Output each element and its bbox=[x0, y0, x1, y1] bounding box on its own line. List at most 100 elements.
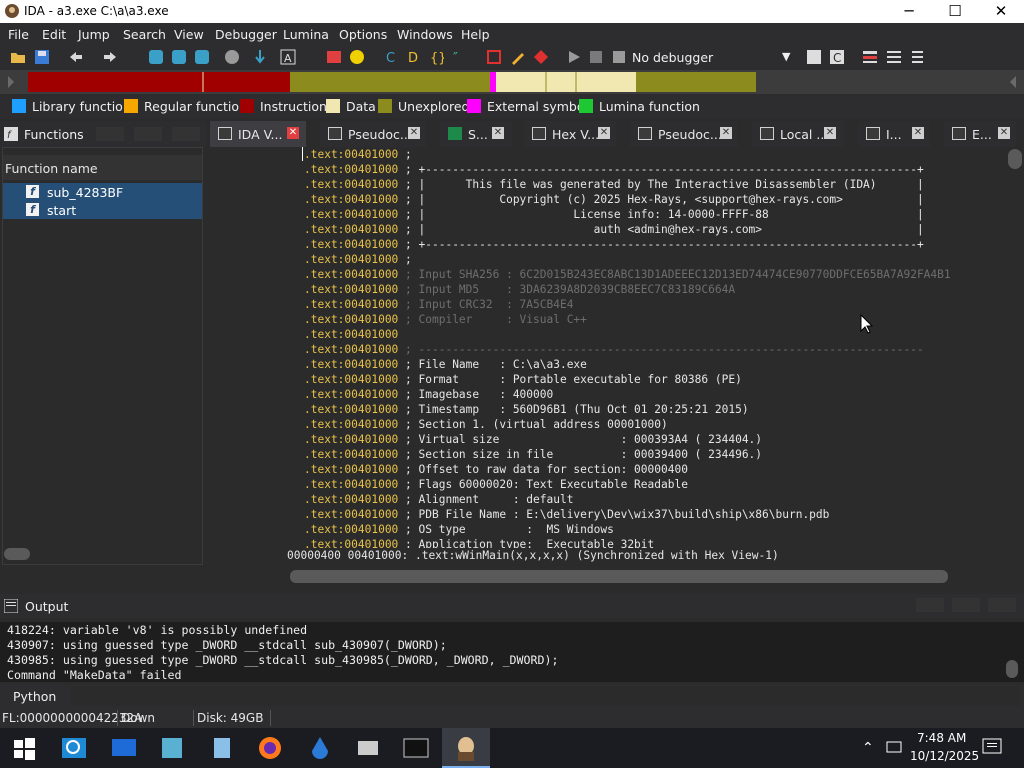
back-arrow-icon[interactable] bbox=[68, 49, 84, 65]
menu-options[interactable]: Options bbox=[339, 27, 387, 42]
app-drop-icon[interactable] bbox=[306, 734, 334, 762]
tab-local-types[interactable]: Local ... ✕ bbox=[752, 121, 844, 147]
app-files-icon[interactable] bbox=[354, 734, 382, 762]
disassembly-line[interactable]: .text:00401000 ; OS type : MS Windows bbox=[304, 522, 614, 537]
disassembly-line[interactable]: .text:00401000 ; | This file was generat… bbox=[304, 177, 924, 192]
graph3-icon[interactable] bbox=[194, 49, 210, 65]
disassembly-line[interactable]: .text:00401000 ; | auth <admin@hex-rays.… bbox=[304, 222, 924, 237]
disassembly-line[interactable]: .text:00401000 ; | Copyright (c) 2025 He… bbox=[304, 192, 924, 207]
disassembly-line[interactable]: .text:00401000 ; Format : Portable execu… bbox=[304, 372, 742, 387]
pause-icon[interactable] bbox=[588, 49, 604, 65]
function-item-start[interactable]: f start bbox=[2, 201, 203, 219]
disassembly-line[interactable]: .text:00401000 ; Offset to raw data for … bbox=[304, 462, 688, 477]
panel-button-icon[interactable] bbox=[988, 598, 1016, 612]
disassembly-line[interactable]: .text:00401000 ; Input CRC32 : 7A5CB4E4 bbox=[304, 297, 573, 312]
clock-date[interactable]: 10/12/2025 bbox=[910, 749, 979, 763]
menu-file[interactable]: File bbox=[8, 27, 29, 42]
maximize-button[interactable]: ☐ bbox=[932, 0, 978, 23]
menu-lumina[interactable]: Lumina bbox=[283, 27, 329, 42]
list2-icon[interactable] bbox=[886, 49, 902, 65]
stop-icon[interactable] bbox=[611, 49, 627, 65]
firefox-icon[interactable] bbox=[256, 734, 284, 762]
function-name-column-header[interactable]: Function name bbox=[2, 155, 202, 180]
close-tab-icon[interactable]: ✕ bbox=[598, 127, 610, 139]
list-icon[interactable] bbox=[862, 49, 878, 65]
menu-debugger[interactable]: Debugger bbox=[215, 27, 277, 42]
disassembly-line[interactable]: .text:00401000 ; PDB File Name : E:\deli… bbox=[304, 507, 829, 522]
menu-view[interactable]: View bbox=[174, 27, 204, 42]
close-tab-icon[interactable]: ✕ bbox=[408, 127, 420, 139]
panel-button-icon[interactable] bbox=[96, 127, 124, 141]
disassembly-line[interactable]: .text:00401000 ; File Name : C:\a\a3.exe bbox=[304, 357, 587, 372]
tab-ida-view[interactable]: IDA V... ✕ bbox=[210, 121, 306, 147]
chevron-up-icon[interactable]: ⌃ bbox=[862, 740, 874, 756]
disassembly-line[interactable]: .text:00401000 ; bbox=[304, 147, 412, 162]
menu-help[interactable]: Help bbox=[461, 27, 490, 42]
tab-imports[interactable]: I... ✕ bbox=[858, 121, 930, 147]
functions-scrollbar-thumb[interactable] bbox=[4, 548, 30, 560]
tab-pseudocode-2[interactable]: Pseudoc... ✕ bbox=[630, 121, 738, 147]
terminal-icon[interactable] bbox=[402, 734, 430, 762]
disassembly-line[interactable]: .text:00401000 ; -----------------------… bbox=[304, 342, 924, 357]
close-tab-icon[interactable]: ✕ bbox=[824, 127, 836, 139]
array-icon[interactable]: ″ bbox=[452, 49, 468, 66]
c-icon[interactable]: C bbox=[829, 49, 845, 65]
tab-exports[interactable]: E... ✕ bbox=[944, 121, 1016, 147]
close-tab-icon[interactable]: ✕ bbox=[912, 127, 924, 139]
close-button[interactable]: ✕ bbox=[978, 0, 1024, 23]
clock-time[interactable]: 7:48 AM bbox=[917, 731, 966, 745]
list3-icon[interactable] bbox=[908, 49, 924, 65]
close-tab-icon[interactable]: ✕ bbox=[492, 127, 504, 139]
disassembly-line[interactable]: .text:00401000 ; Input SHA256 : 6C2D015B… bbox=[304, 267, 951, 282]
minimize-button[interactable]: ─ bbox=[886, 0, 932, 23]
menu-jump[interactable]: Jump bbox=[78, 27, 110, 42]
function-item-sub-4283bf[interactable]: f sub_4283BF bbox=[2, 183, 203, 201]
disassembly-line[interactable]: .text:00401000 ; Section 1. (virtual add… bbox=[304, 417, 668, 432]
command-input[interactable] bbox=[70, 686, 1020, 706]
disassembly-line[interactable]: .text:00401000 ; Section size in file : … bbox=[304, 447, 762, 462]
app-tools-icon[interactable] bbox=[158, 734, 186, 762]
disassembly-line[interactable]: .text:00401000 ; Flags 60000020: Text Ex… bbox=[304, 477, 688, 492]
debugger-select[interactable]: No debugger ▼ bbox=[632, 50, 802, 66]
open-folder-icon[interactable] bbox=[10, 49, 26, 65]
disassembly-line[interactable]: .text:00401000 ; Alignment : default bbox=[304, 492, 573, 507]
tab-strings[interactable]: S... ✕ bbox=[440, 121, 512, 147]
disassembly-horizontal-scrollbar[interactable] bbox=[290, 570, 948, 583]
close-tab-icon[interactable]: ✕ bbox=[287, 127, 299, 139]
text-view-icon[interactable]: A bbox=[280, 49, 296, 65]
tab-hex-view[interactable]: Hex V... ✕ bbox=[524, 121, 616, 147]
disassembly-line[interactable]: .text:00401000 bbox=[304, 327, 405, 342]
circle-yellow-icon[interactable] bbox=[349, 49, 365, 65]
refresh-icon[interactable] bbox=[806, 49, 822, 65]
play-icon[interactable] bbox=[566, 49, 582, 65]
disassembly-vertical-scrollbar[interactable] bbox=[1006, 147, 1024, 547]
disassembly-line[interactable]: .text:00401000 ; Imagebase : 400000 bbox=[304, 387, 553, 402]
disassembly-line[interactable]: .text:00401000 ; Compiler : Visual C++ bbox=[304, 312, 587, 327]
search-icon[interactable] bbox=[60, 734, 88, 762]
notification-icon[interactable] bbox=[982, 738, 1004, 758]
data-icon[interactable]: D bbox=[406, 49, 422, 66]
panel-button-icon[interactable] bbox=[952, 598, 980, 612]
proximity-icon[interactable] bbox=[224, 49, 240, 65]
disassembly-line[interactable]: .text:00401000 ; +----------------------… bbox=[304, 237, 924, 252]
navigation-band[interactable] bbox=[0, 70, 1024, 94]
network-icon[interactable] bbox=[886, 739, 904, 755]
app-monitor-icon[interactable] bbox=[110, 734, 138, 762]
disassembly-line[interactable]: .text:00401000 ; +----------------------… bbox=[304, 162, 924, 177]
image-icon[interactable] bbox=[326, 49, 342, 65]
breakpoint-icon[interactable] bbox=[486, 49, 502, 65]
windows-start-icon[interactable] bbox=[10, 734, 38, 762]
disassembly-line[interactable]: .text:00401000 ; Input MD5 : 3DA6239A8D2… bbox=[304, 282, 735, 297]
disassembly-line[interactable]: .text:00401000 ; bbox=[304, 252, 412, 267]
disassembly-line[interactable]: .text:00401000 ; Timestamp : 560D96B1 (T… bbox=[304, 402, 749, 417]
menu-search[interactable]: Search bbox=[123, 27, 166, 42]
app-notebook-icon[interactable] bbox=[208, 734, 236, 762]
tab-pseudocode-1[interactable]: Pseudoc... ✕ bbox=[320, 121, 426, 147]
output-scrollbar-thumb[interactable] bbox=[1006, 660, 1018, 678]
pen-icon[interactable] bbox=[510, 49, 526, 65]
graph-icon[interactable] bbox=[148, 49, 164, 65]
python-button[interactable]: Python bbox=[13, 689, 56, 704]
close-tab-icon[interactable]: ✕ bbox=[720, 127, 732, 139]
panel-button-icon[interactable] bbox=[916, 598, 944, 612]
save-icon[interactable] bbox=[34, 49, 50, 65]
